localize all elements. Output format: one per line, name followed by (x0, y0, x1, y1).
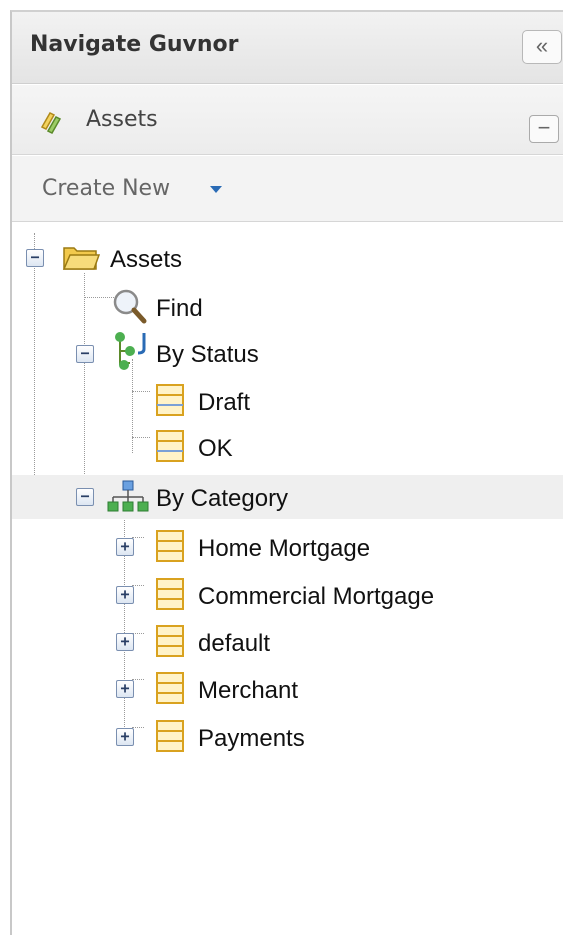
tree-node-assets[interactable]: − Assets (12, 236, 563, 280)
collapse-toggle-icon[interactable]: − (76, 488, 94, 506)
assets-section-label: Assets (86, 107, 158, 132)
tree-node-category-payments[interactable]: + Payments (12, 715, 563, 759)
navigate-panel: Navigate Guvnor « Assets − Create New − … (10, 10, 563, 935)
package-icon (156, 720, 184, 752)
tree-node-by-status[interactable]: − By Status (12, 331, 563, 375)
tree-node-label: Draft (198, 389, 251, 416)
double-chevron-left-icon: « (535, 33, 549, 58)
panel-header: Navigate Guvnor « (12, 12, 563, 84)
expand-toggle-icon[interactable]: + (116, 728, 134, 746)
asset-tree: − Assets Find − By Status Draft OK − By … (12, 223, 563, 923)
rules-icon (40, 112, 62, 134)
package-icon (156, 530, 184, 562)
tree-node-label: Home Mortgage (198, 535, 371, 562)
tree-node-label: By Status (156, 341, 259, 368)
package-icon (156, 430, 184, 462)
tree-node-label: Merchant (198, 677, 299, 704)
create-new-toolbar: Create New (12, 156, 563, 222)
dropdown-caret-icon[interactable] (210, 186, 222, 193)
tree-node-status-ok[interactable]: OK (12, 425, 563, 469)
status-tree-icon (115, 332, 146, 370)
collapse-panel-button[interactable]: « (522, 30, 562, 64)
package-icon (156, 384, 184, 416)
tree-node-status-draft[interactable]: Draft (12, 379, 563, 423)
tree-node-category-home-mortgage[interactable]: + Home Mortgage (12, 525, 563, 569)
tree-node-label: Assets (110, 246, 183, 273)
assets-section-header[interactable]: Assets − (12, 85, 563, 155)
create-new-button[interactable]: Create New (42, 176, 170, 201)
category-tree-icon (107, 480, 149, 512)
tree-node-category-commercial-mortgage[interactable]: + Commercial Mortgage (12, 573, 563, 617)
expand-toggle-icon[interactable]: + (116, 538, 134, 556)
tree-node-label: Payments (198, 725, 305, 752)
expand-toggle-icon[interactable]: + (116, 680, 134, 698)
folder-open-icon (62, 247, 100, 270)
collapse-toggle-icon[interactable]: − (26, 249, 44, 267)
expand-toggle-icon[interactable]: + (116, 586, 134, 604)
tree-node-label: default (198, 630, 271, 657)
tree-node-label: Find (156, 295, 203, 322)
package-icon (156, 578, 184, 610)
panel-title: Navigate Guvnor (30, 32, 239, 57)
magnifier-icon (113, 289, 147, 324)
minus-icon: − (537, 115, 551, 140)
tree-node-by-category[interactable]: − By Category (12, 475, 563, 519)
tree-node-category-default[interactable]: + default (12, 620, 563, 664)
tree-node-find[interactable]: Find (12, 285, 563, 329)
expand-toggle-icon[interactable]: + (116, 633, 134, 651)
tree-node-label: By Category (156, 485, 289, 512)
minimize-section-button[interactable]: − (529, 115, 559, 143)
tree-node-label: Commercial Mortgage (198, 583, 435, 610)
package-icon (156, 625, 184, 657)
tree-node-category-merchant[interactable]: + Merchant (12, 667, 563, 711)
package-icon (156, 672, 184, 704)
collapse-toggle-icon[interactable]: − (76, 345, 94, 363)
tree-node-label: OK (198, 435, 233, 462)
